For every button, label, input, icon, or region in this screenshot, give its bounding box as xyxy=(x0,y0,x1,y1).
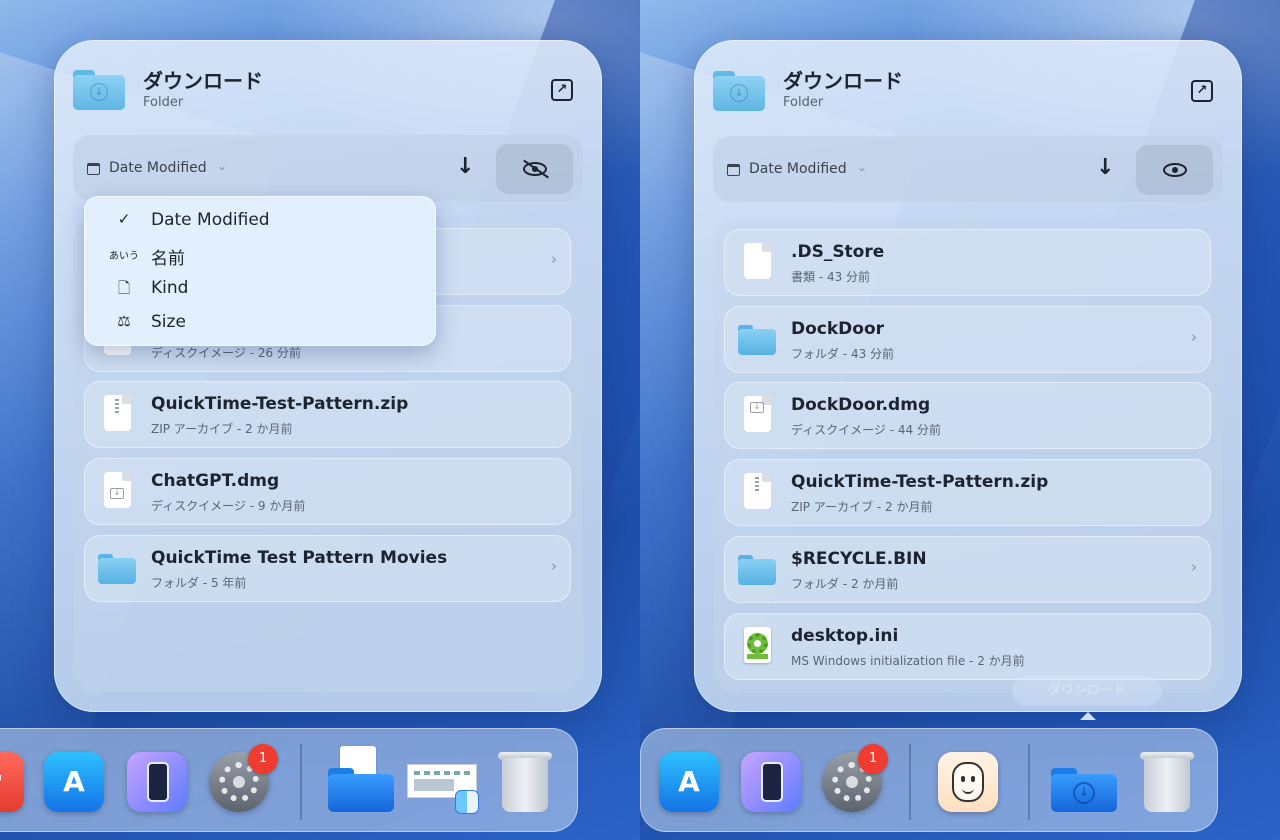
chevron-down-icon: ⌄ xyxy=(857,160,868,174)
list-item[interactable]: $RECYCLE.BIN フォルダ - 2 か月前 › xyxy=(724,536,1211,603)
menu-item-kind[interactable]: 🗋 Kind xyxy=(84,271,436,305)
file-name: desktop.ini xyxy=(791,626,899,646)
file-meta: フォルダ - 2 か月前 xyxy=(791,577,899,591)
file-name: QuickTime Test Pattern Movies xyxy=(151,548,448,568)
notification-badge: 1 xyxy=(248,744,278,774)
settings-file-icon xyxy=(744,627,771,663)
list-item[interactable]: QuickTime-Test-Pattern.zip ZIP アーカイブ - 2… xyxy=(84,381,571,448)
chevron-down-icon: ⌄ xyxy=(217,159,228,173)
list-item[interactable]: .DS_Store 書類 - 43 分前 xyxy=(724,229,1211,296)
menu-item-label: 名前 xyxy=(151,249,185,269)
sort-toolbar: Date Modified ⌄ ↓ xyxy=(713,136,1223,202)
downloads-folder-icon: ↓ xyxy=(713,71,765,111)
sort-menu: ✓ Date Modified あいう 名前 🗋 Kind ⚖ Size xyxy=(84,196,436,346)
list-item[interactable]: QuickTime-Test-Pattern.zip ZIP アーカイブ - 2… xyxy=(724,459,1211,526)
folder-preview-panel: ↓ ダウンロード Folder ↗ Date Modified ⌄ ↓ › ディ… xyxy=(54,40,602,712)
rocket-app-icon[interactable]: ➶ xyxy=(0,752,24,812)
file-name: QuickTime-Test-Pattern.zip xyxy=(791,472,1049,492)
dock-hover-label: ダウンロード xyxy=(1012,676,1162,706)
eye-slash-icon xyxy=(522,162,547,176)
downloads-stack-icon[interactable] xyxy=(328,768,394,812)
list-item[interactable]: DockDoor フォルダ - 43 分前 › xyxy=(724,306,1211,373)
panel-title: ダウンロード xyxy=(143,69,263,93)
file-meta: ZIP アーカイブ - 2 か月前 xyxy=(791,500,933,514)
app-store-icon[interactable]: A xyxy=(44,752,104,812)
file-name: $RECYCLE.BIN xyxy=(791,549,927,569)
list-item[interactable]: QuickTime Test Pattern Movies フォルダ - 5 年… xyxy=(84,535,571,602)
menu-item-name[interactable]: あいう 名前 xyxy=(84,237,436,271)
menu-item-date-modified[interactable]: ✓ Date Modified xyxy=(84,203,436,237)
downloads-folder-icon[interactable]: ↓ xyxy=(1051,768,1117,812)
file-name: ChatGPT.dmg xyxy=(151,471,280,491)
document-icon: 🗋 xyxy=(117,279,131,297)
app-store-icon[interactable]: A xyxy=(659,752,719,812)
trash-icon[interactable] xyxy=(1140,752,1194,812)
dock-separator xyxy=(1028,744,1030,820)
folder-icon xyxy=(738,325,776,355)
chevron-right-icon: › xyxy=(1191,328,1197,346)
checkmark-icon: ✓ xyxy=(117,210,131,228)
folder-icon xyxy=(98,554,136,584)
finder-badge-icon xyxy=(455,790,479,814)
folder-icon xyxy=(738,555,776,585)
panel-subtitle: Folder xyxy=(783,95,824,110)
panel-title: ダウンロード xyxy=(783,69,903,93)
file-name: DockDoor.dmg xyxy=(791,395,931,415)
trash-icon[interactable] xyxy=(498,752,552,812)
sort-dropdown[interactable]: Date Modified xyxy=(749,161,847,177)
hiragana-icon: あいう xyxy=(109,251,139,262)
panel-pointer xyxy=(1080,712,1096,720)
sort-direction-button[interactable]: ↓ xyxy=(1096,155,1114,180)
left-screenshot: ↓ ダウンロード Folder ↗ Date Modified ⌄ ↓ › ディ… xyxy=(0,0,640,840)
toggle-hidden-files-button[interactable] xyxy=(496,144,573,194)
notification-badge: 1 xyxy=(858,744,888,774)
toggle-hidden-files-button[interactable] xyxy=(1136,145,1213,195)
iphone-mirroring-icon[interactable] xyxy=(741,752,801,812)
sort-toolbar: Date Modified ⌄ ↓ xyxy=(73,135,583,201)
open-in-finder-icon: ↗ xyxy=(556,82,568,97)
file-name: .DS_Store xyxy=(791,242,885,262)
file-list: .DS_Store 書類 - 43 分前 DockDoor フォルダ - 43 … xyxy=(713,219,1223,693)
file-meta: MS Windows initialization file - 2 か月前 xyxy=(791,654,1025,668)
file-meta: 書類 - 43 分前 xyxy=(791,270,871,284)
file-meta: ディスクイメージ - 26 分前 xyxy=(151,346,301,360)
sort-direction-button[interactable]: ↓ xyxy=(456,154,474,179)
dock xyxy=(640,728,1218,832)
right-screenshot: ↓ ダウンロード Folder ↗ Date Modified ⌄ ↓ .DS_… xyxy=(640,0,1280,840)
chevron-right-icon: › xyxy=(551,557,557,575)
file-name: QuickTime-Test-Pattern.zip xyxy=(151,394,409,414)
file-meta: フォルダ - 5 年前 xyxy=(151,576,247,590)
open-in-finder-icon: ↗ xyxy=(1196,83,1208,98)
panel-subtitle: Folder xyxy=(143,95,184,110)
dock-separator xyxy=(909,744,911,820)
chevron-right-icon: › xyxy=(551,250,557,268)
menu-item-label: Kind xyxy=(151,278,189,298)
menu-item-size[interactable]: ⚖ Size xyxy=(84,305,436,339)
file-meta: ディスクイメージ - 9 か月前 xyxy=(151,499,306,513)
list-item[interactable]: ↓ DockDoor.dmg ディスクイメージ - 44 分前 xyxy=(724,382,1211,449)
weight-icon: ⚖ xyxy=(117,312,131,330)
list-item[interactable]: ↓ ChatGPT.dmg ディスクイメージ - 9 か月前 xyxy=(84,458,571,525)
memoji-app-icon[interactable] xyxy=(938,752,998,812)
calendar-icon xyxy=(727,164,740,176)
file-meta: ZIP アーカイブ - 2 か月前 xyxy=(151,422,293,436)
calendar-icon xyxy=(87,163,100,175)
file-meta: ディスクイメージ - 44 分前 xyxy=(791,423,941,437)
open-in-finder-button[interactable]: ↗ xyxy=(1191,80,1213,102)
eye-icon xyxy=(1162,163,1187,177)
iphone-mirroring-icon[interactable] xyxy=(127,752,187,812)
file-name: DockDoor xyxy=(791,319,885,339)
file-meta: フォルダ - 43 分前 xyxy=(791,347,895,361)
menu-item-label: Date Modified xyxy=(151,210,270,230)
dock-separator xyxy=(300,744,302,820)
chevron-right-icon: › xyxy=(1191,558,1197,576)
sort-dropdown[interactable]: Date Modified xyxy=(109,160,207,176)
open-in-finder-button[interactable]: ↗ xyxy=(551,79,573,101)
downloads-folder-icon: ↓ xyxy=(73,70,125,110)
folder-preview-panel: ↓ ダウンロード Folder ↗ Date Modified ⌄ ↓ .DS_… xyxy=(694,40,1242,712)
menu-item-label: Size xyxy=(151,312,186,332)
list-item[interactable]: desktop.ini MS Windows initialization fi… xyxy=(724,613,1211,680)
